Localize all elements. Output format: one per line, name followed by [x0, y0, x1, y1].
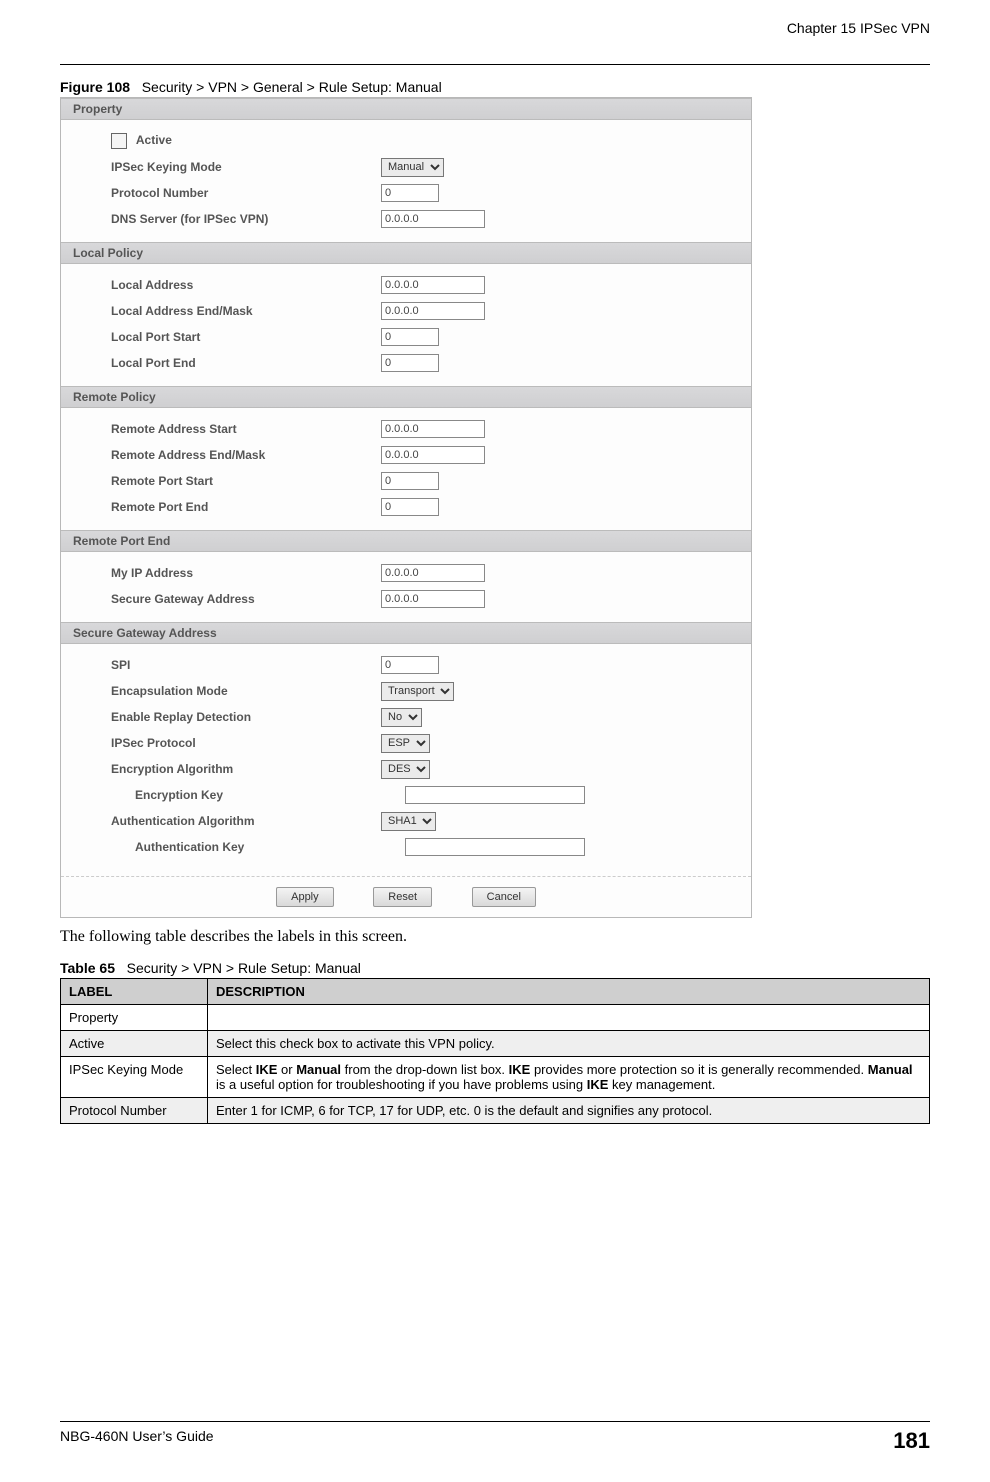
gateway-input[interactable]	[381, 590, 485, 608]
local-port-end-input[interactable]	[381, 354, 439, 372]
enckey-label: Encryption Key	[111, 788, 405, 802]
table-title: Security > VPN > Rule Setup: Manual	[127, 960, 361, 976]
table-cell-label: IPSec Keying Mode	[61, 1057, 208, 1098]
gateway-label: Secure Gateway Address	[111, 592, 381, 606]
myip-input[interactable]	[381, 564, 485, 582]
table-row: Property	[61, 1005, 930, 1031]
remote-endmask-input[interactable]	[381, 446, 485, 464]
section-header-remote-port-end: Remote Port End	[61, 530, 751, 552]
local-port-start-label: Local Port Start	[111, 330, 381, 344]
local-port-end-label: Local Port End	[111, 356, 381, 370]
ipsec-proto-label: IPSec Protocol	[111, 736, 381, 750]
figure-caption: Figure 108 Security > VPN > General > Ru…	[60, 79, 930, 95]
encap-label: Encapsulation Mode	[111, 684, 381, 698]
remote-port-start-label: Remote Port Start	[111, 474, 381, 488]
page-footer: NBG-460N User’s Guide 181	[60, 1421, 930, 1454]
remote-addr-input[interactable]	[381, 420, 485, 438]
active-checkbox-row: Active	[111, 133, 381, 149]
table-cell-desc: Enter 1 for ICMP, 6 for TCP, 17 for UDP,…	[208, 1098, 930, 1124]
cancel-button[interactable]: Cancel	[472, 887, 536, 907]
myip-label: My IP Address	[111, 566, 381, 580]
remote-addr-label: Remote Address Start	[111, 422, 381, 436]
spi-input[interactable]	[381, 656, 439, 674]
table-cell-desc	[208, 1005, 930, 1031]
authalg-label: Authentication Algorithm	[111, 814, 381, 828]
table-row: Protocol NumberEnter 1 for ICMP, 6 for T…	[61, 1098, 930, 1124]
th-desc: DESCRIPTION	[208, 979, 930, 1005]
section-header-local-policy: Local Policy	[61, 242, 751, 264]
header-rule	[60, 64, 930, 65]
local-endmask-label: Local Address End/Mask	[111, 304, 381, 318]
table-cell-label: Property	[61, 1005, 208, 1031]
ipsec-mode-select[interactable]: Manual	[381, 158, 444, 177]
section-header-secure-gateway: Secure Gateway Address	[61, 622, 751, 644]
table-cell-label: Protocol Number	[61, 1098, 208, 1124]
authkey-label: Authentication Key	[111, 840, 405, 854]
reset-button[interactable]: Reset	[373, 887, 432, 907]
encalg-select[interactable]: DES	[381, 760, 430, 779]
local-endmask-input[interactable]	[381, 302, 485, 320]
authalg-select[interactable]: SHA1	[381, 812, 436, 831]
figure-title: Security > VPN > General > Rule Setup: M…	[142, 79, 442, 95]
replay-label: Enable Replay Detection	[111, 710, 381, 724]
active-label: Active	[136, 133, 172, 147]
table-cell-desc: Select IKE or Manual from the drop-down …	[208, 1057, 930, 1098]
ipsec-proto-select[interactable]: ESP	[381, 734, 430, 753]
table-row: IPSec Keying ModeSelect IKE or Manual fr…	[61, 1057, 930, 1098]
th-label: LABEL	[61, 979, 208, 1005]
table-row: ActiveSelect this check box to activate …	[61, 1031, 930, 1057]
enckey-input[interactable]	[405, 786, 585, 804]
protocol-input[interactable]	[381, 184, 439, 202]
encap-select[interactable]: Transport	[381, 682, 454, 701]
remote-port-start-input[interactable]	[381, 472, 439, 490]
table-label: Table 65	[60, 960, 115, 976]
table-cell-desc: Select this check box to activate this V…	[208, 1031, 930, 1057]
protocol-label: Protocol Number	[111, 186, 381, 200]
authkey-input[interactable]	[405, 838, 585, 856]
remote-port-end-input[interactable]	[381, 498, 439, 516]
spi-label: SPI	[111, 658, 381, 672]
encalg-label: Encryption Algorithm	[111, 762, 381, 776]
ipsec-mode-label: IPSec Keying Mode	[111, 160, 381, 174]
screenshot-panel: Property Active IPSec Keying Mode Manual…	[60, 97, 752, 918]
local-addr-label: Local Address	[111, 278, 381, 292]
table-cell-label: Active	[61, 1031, 208, 1057]
apply-button[interactable]: Apply	[276, 887, 334, 907]
section-header-remote-policy: Remote Policy	[61, 386, 751, 408]
local-addr-input[interactable]	[381, 276, 485, 294]
description-table: LABEL DESCRIPTION PropertyActiveSelect t…	[60, 978, 930, 1124]
local-port-start-input[interactable]	[381, 328, 439, 346]
section-header-property: Property	[61, 98, 751, 120]
replay-select[interactable]: No	[381, 708, 422, 727]
intro-text: The following table describes the labels…	[60, 928, 930, 946]
dns-label: DNS Server (for IPSec VPN)	[111, 212, 381, 226]
dns-input[interactable]	[381, 210, 485, 228]
footer-page-number: 181	[893, 1428, 930, 1454]
figure-label: Figure 108	[60, 79, 130, 95]
chapter-header: Chapter 15 IPSec VPN	[60, 20, 930, 36]
active-checkbox[interactable]	[111, 133, 127, 149]
footer-guide: NBG-460N User’s Guide	[60, 1428, 214, 1454]
remote-endmask-label: Remote Address End/Mask	[111, 448, 381, 462]
remote-port-end-label: Remote Port End	[111, 500, 381, 514]
table-caption: Table 65 Security > VPN > Rule Setup: Ma…	[60, 960, 930, 976]
